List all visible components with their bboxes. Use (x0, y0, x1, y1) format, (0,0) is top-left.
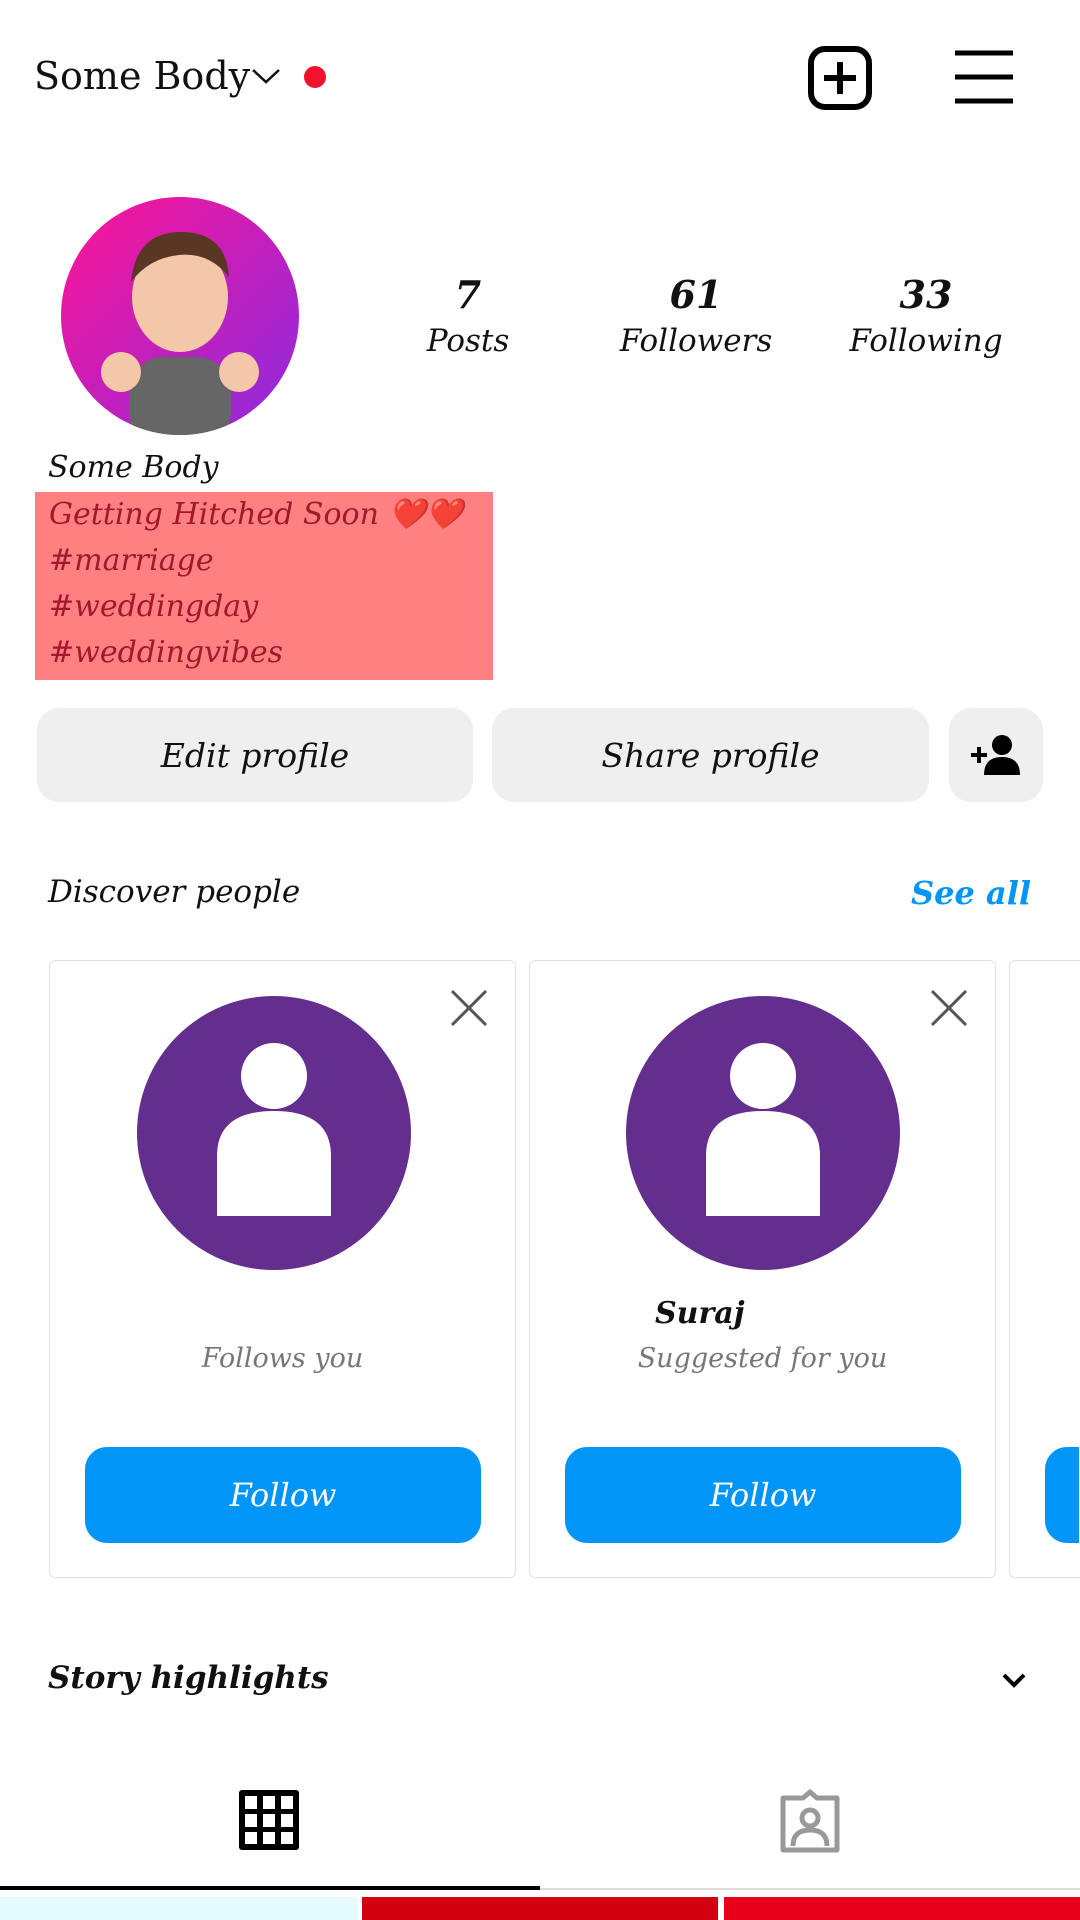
add-person-icon (971, 735, 1020, 775)
edit-profile-button[interactable]: Edit profile (37, 708, 473, 802)
tab-posts[interactable] (0, 1760, 540, 1890)
username: Some Body (34, 54, 251, 98)
notification-dot (304, 66, 326, 88)
post-thumbnail[interactable] (362, 1897, 718, 1920)
chevron-down-icon (252, 69, 280, 84)
story-highlights-title: Story highlights (48, 1660, 329, 1696)
follow-button[interactable]: Follow (85, 1447, 481, 1543)
add-person-button[interactable] (949, 708, 1043, 802)
follow-button[interactable]: Follow (565, 1447, 961, 1543)
active-tab-indicator (0, 1886, 540, 1890)
close-icon[interactable] (450, 989, 488, 1027)
suggestion-card-partial (1009, 960, 1080, 1578)
see-all-link[interactable]: See all (911, 874, 1031, 912)
follow-button[interactable] (1045, 1447, 1079, 1543)
discover-title: Discover people (48, 874, 301, 910)
suggestion-card: Suraj Suggested for you Follow (529, 960, 996, 1578)
bio-line: Getting Hitched Soon ❤️❤️ (49, 497, 464, 532)
suggestion-name: Suraj (655, 1296, 745, 1331)
suggestion-subtitle: Follows you (201, 1343, 364, 1374)
tab-tagged[interactable] (540, 1760, 1080, 1890)
stat-following[interactable]: 33 Following (826, 272, 1026, 359)
bio: Getting Hitched Soon ❤️❤️ #marriage #wed… (35, 492, 493, 680)
hamburger-icon[interactable] (953, 48, 1015, 106)
chevron-down-icon[interactable] (1001, 1672, 1027, 1690)
share-profile-button[interactable]: Share profile (492, 708, 929, 802)
tagged-icon (780, 1789, 840, 1853)
grid-icon (239, 1790, 299, 1850)
post-thumbnail[interactable] (0, 1897, 358, 1920)
avatar-figure-icon (101, 232, 259, 435)
close-icon[interactable] (930, 989, 968, 1027)
post-thumbnail[interactable] (724, 1897, 1080, 1920)
person-placeholder-icon (706, 1043, 820, 1216)
bio-hashtag[interactable]: #weddingvibes (35, 630, 493, 676)
suggestion-card: Follows you Follow (49, 960, 516, 1578)
display-name: Some Body (48, 450, 219, 485)
bio-hashtag[interactable]: #weddingday (35, 584, 493, 630)
suggestion-subtitle: Suggested for you (637, 1343, 888, 1374)
bio-hashtag[interactable]: #marriage (35, 538, 493, 584)
stat-followers[interactable]: 61 Followers (596, 272, 796, 359)
person-placeholder-icon (217, 1043, 331, 1216)
account-switcher[interactable]: Some Body (34, 54, 282, 98)
suggestion-avatar[interactable] (137, 996, 411, 1270)
profile-avatar[interactable] (61, 197, 299, 435)
plus-square-icon[interactable] (807, 45, 873, 111)
stat-posts[interactable]: 7 Posts (368, 272, 568, 359)
suggestion-avatar[interactable] (626, 996, 900, 1270)
